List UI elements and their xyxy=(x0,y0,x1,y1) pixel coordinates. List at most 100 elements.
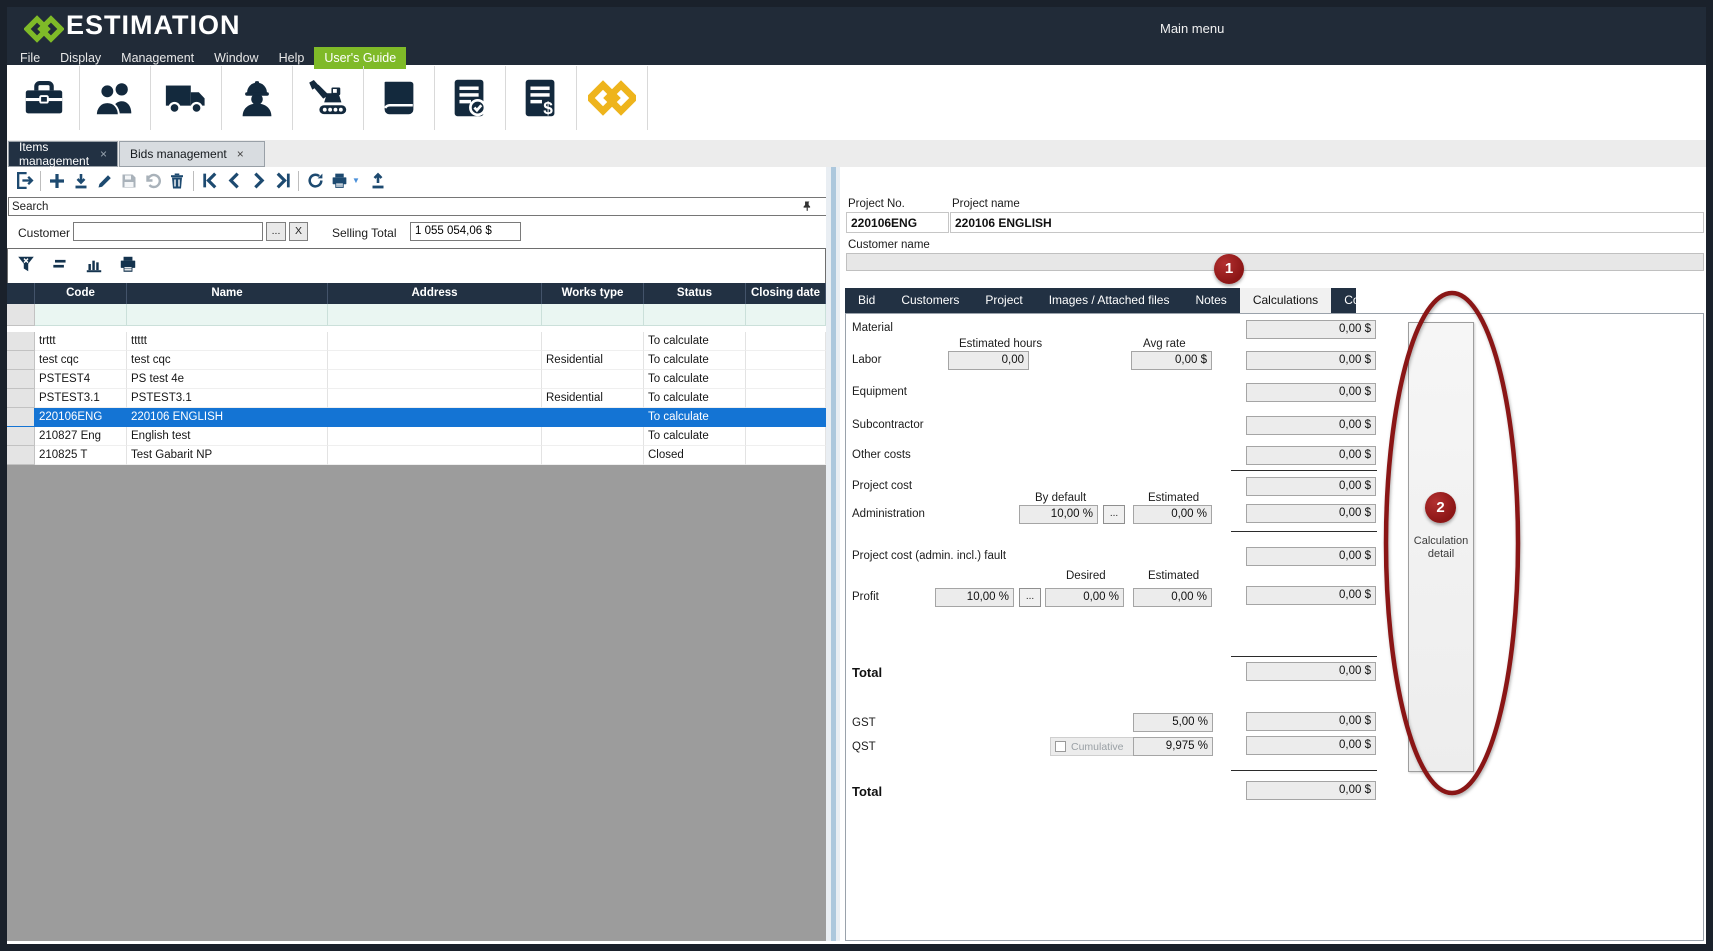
tab-items-management[interactable]: Items management× xyxy=(8,141,118,167)
worker-icon[interactable] xyxy=(222,66,293,130)
row-selector[interactable] xyxy=(7,408,35,427)
table-row[interactable]: 220106ENG220106 ENGLISHTo calculate xyxy=(7,408,826,427)
estimation-gold-logo-icon[interactable] xyxy=(577,66,648,130)
table-header-works-type[interactable]: Works type xyxy=(542,283,644,304)
profit-amount-field[interactable]: 0,00 $ xyxy=(1246,586,1376,605)
search-input[interactable] xyxy=(8,197,835,216)
profit-browse-button[interactable]: ... xyxy=(1019,588,1041,607)
table-row[interactable]: 210827 EngEnglish testTo calculate xyxy=(7,427,826,446)
filter-cell[interactable] xyxy=(127,304,328,326)
close-icon[interactable]: × xyxy=(237,147,244,161)
filter-cell[interactable] xyxy=(644,304,746,326)
calculation-detail-button[interactable]: Calculation detail xyxy=(1408,322,1474,772)
first-record-icon[interactable] xyxy=(198,169,222,192)
qst-amount-field[interactable]: 0,00 $ xyxy=(1246,736,1376,755)
table-header-code[interactable]: Code xyxy=(35,283,127,304)
labor-avg-rate-field[interactable]: 0,00 $ xyxy=(1131,351,1212,370)
filter-cell[interactable] xyxy=(542,304,644,326)
row-selector[interactable] xyxy=(7,370,35,389)
row-selector[interactable] xyxy=(7,446,35,465)
administration-amount-field[interactable]: 0,00 $ xyxy=(1246,504,1376,523)
table-header-name[interactable]: Name xyxy=(127,283,328,304)
profit-estimated-field[interactable]: 0,00 % xyxy=(1133,588,1212,607)
customer-browse-button[interactable]: ... xyxy=(266,222,286,241)
row-selector[interactable] xyxy=(7,351,35,370)
project-cost-amount-field[interactable]: 0,00 $ xyxy=(1246,477,1376,496)
detail-tab-bid[interactable]: Bid xyxy=(845,288,888,313)
row-selector[interactable] xyxy=(7,389,35,408)
table-row[interactable]: PSTEST3.1PSTEST3.1ResidentialTo calculat… xyxy=(7,389,826,408)
customers-icon[interactable] xyxy=(80,66,151,130)
filter-icon[interactable] xyxy=(16,254,36,279)
detail-tab-images-attached-files[interactable]: Images / Attached files xyxy=(1036,288,1183,313)
print-dropdown-icon[interactable]: ▼ xyxy=(352,176,360,185)
project-cost-admin-amount-field[interactable]: 0,00 $ xyxy=(1246,547,1376,566)
edit-icon[interactable] xyxy=(93,169,117,192)
excavator-icon[interactable] xyxy=(293,66,364,130)
toolbox-icon[interactable] xyxy=(9,66,80,130)
row-selector[interactable] xyxy=(7,427,35,446)
filter-cell[interactable] xyxy=(328,304,542,326)
refresh-icon[interactable] xyxy=(303,169,327,192)
filter-cell[interactable] xyxy=(35,304,127,326)
main-menu-label[interactable]: Main menu xyxy=(1160,21,1224,36)
previous-record-icon[interactable] xyxy=(222,169,246,192)
print-list-icon[interactable] xyxy=(118,254,138,279)
customer-clear-button[interactable]: X xyxy=(289,222,308,241)
undo-icon[interactable] xyxy=(141,169,165,192)
bid-check-icon[interactable] xyxy=(435,66,506,130)
labor-hours-field[interactable]: 0,00 xyxy=(948,351,1029,370)
last-record-icon[interactable] xyxy=(270,169,294,192)
cumulative-checkbox[interactable] xyxy=(1055,741,1066,752)
profit-by-default-field[interactable]: 10,00 % xyxy=(935,588,1014,607)
export-icon[interactable] xyxy=(366,169,390,192)
administration-estimated-field[interactable]: 0,00 % xyxy=(1133,505,1212,524)
detail-tab-project[interactable]: Project xyxy=(972,288,1035,313)
table-header-status[interactable]: Status xyxy=(644,283,746,304)
delete-icon[interactable] xyxy=(165,169,189,192)
customer-input[interactable] xyxy=(73,222,263,241)
total-amount-field[interactable]: 0,00 $ xyxy=(1246,662,1376,681)
project-no-value[interactable]: 220106ENG xyxy=(846,212,949,233)
exit-icon[interactable] xyxy=(12,169,36,192)
administration-by-default-field[interactable]: 10,00 % xyxy=(1019,505,1098,524)
detail-tab-notes[interactable]: Notes xyxy=(1182,288,1239,313)
table-row[interactable]: 210825 TTest Gabarit NPClosed xyxy=(7,446,826,465)
labor-amount-field[interactable]: 0,00 $ xyxy=(1246,351,1376,370)
material-amount-field[interactable]: 0,00 $ xyxy=(1246,320,1376,339)
chart-icon[interactable] xyxy=(84,254,104,279)
import-icon[interactable] xyxy=(69,169,93,192)
gst-amount-field[interactable]: 0,00 $ xyxy=(1246,712,1376,731)
gst-rate-field[interactable]: 5,00 % xyxy=(1133,713,1213,732)
filter-cell[interactable] xyxy=(746,304,826,326)
next-record-icon[interactable] xyxy=(246,169,270,192)
truck-icon[interactable] xyxy=(151,66,222,130)
detail-tab-calculations[interactable]: Calculations xyxy=(1240,288,1331,313)
project-name-value[interactable]: 220106 ENGLISH xyxy=(950,212,1704,233)
table-header-closing-date[interactable]: Closing date xyxy=(746,283,826,304)
profit-desired-field[interactable]: 0,00 % xyxy=(1045,588,1124,607)
subcontractor-amount-field[interactable]: 0,00 $ xyxy=(1246,416,1376,435)
table-header-address[interactable]: Address xyxy=(328,283,542,304)
detail-tab-customers[interactable]: Customers xyxy=(888,288,972,313)
print-icon[interactable] xyxy=(327,169,351,192)
equipment-amount-field[interactable]: 0,00 $ xyxy=(1246,383,1376,402)
tab-bids-management[interactable]: Bids management× xyxy=(119,141,265,167)
close-icon[interactable]: × xyxy=(100,147,107,161)
customer-name-value[interactable] xyxy=(846,253,1704,271)
table-row[interactable]: trttttttttTo calculate xyxy=(7,332,826,351)
bid-dollar-icon[interactable]: $ xyxy=(506,66,577,130)
row-selector[interactable] xyxy=(7,332,35,351)
add-icon[interactable] xyxy=(45,169,69,192)
other-costs-amount-field[interactable]: 0,00 $ xyxy=(1246,446,1376,465)
grand-total-amount-field[interactable]: 0,00 $ xyxy=(1246,781,1376,800)
pin-icon[interactable] xyxy=(800,200,813,218)
table-row[interactable]: test cqctest cqcResidentialTo calculate xyxy=(7,351,826,370)
table-row[interactable]: PSTEST4PS test 4eTo calculate xyxy=(7,370,826,389)
administration-browse-button[interactable]: ... xyxy=(1103,505,1125,524)
detail-tab-compilation[interactable]: Compilation xyxy=(1331,288,1420,313)
summary-icon[interactable] xyxy=(50,254,70,279)
catalog-icon[interactable] xyxy=(364,66,435,130)
cell-closing-date xyxy=(746,332,826,351)
qst-rate-field[interactable]: 9,975 % xyxy=(1133,737,1213,756)
